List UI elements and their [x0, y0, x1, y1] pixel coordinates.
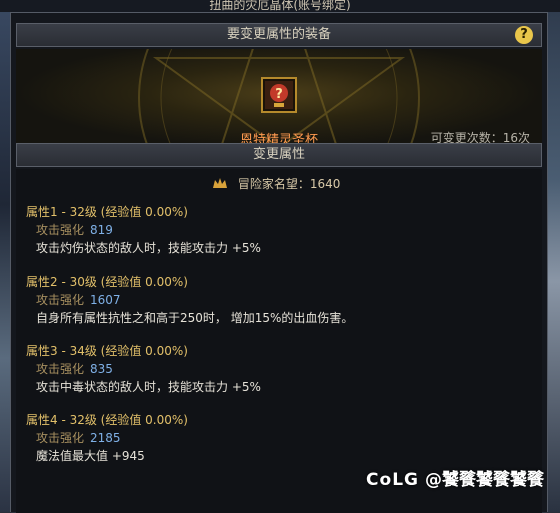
chalice-item-icon[interactable]: ? [261, 77, 297, 113]
attribute-list: 冒险家名望：1640 属性1 - 32级 (经验值 0.00%) 攻击强化 819… [16, 169, 542, 513]
change-attribute-header: 变更属性 [16, 143, 542, 167]
attribute-description: 自身所有属性抗性之和高于250时， 增加15%的出血伤害。 [36, 311, 354, 325]
attribute-block-4: 属性4 - 32级 (经验值 0.00%) 攻击强化 2185 魔法值最大值 +9… [26, 411, 188, 465]
equipment-header: 要变更属性的装备 ? [16, 23, 542, 47]
stat-label: 攻击强化 [36, 362, 85, 376]
stat-label: 攻击强化 [36, 223, 85, 237]
watermark-logo: CoLG [366, 470, 419, 490]
watermark-handle: @饕餮饕餮饕餮 [425, 470, 544, 490]
attribute-stat: 攻击强化 835 [26, 360, 261, 378]
attribute-title: 属性2 - 30级 (经验值 0.00%) [26, 275, 188, 289]
item-display-area: ? 恩特精灵圣杯 可变更次数：16次 [16, 49, 542, 147]
attribute-block-3: 属性3 - 34级 (经验值 0.00%) 攻击强化 835 攻击中毒状态的敌人时… [26, 342, 261, 396]
top-clipped-title: 扭曲的灾厄晶体(账号绑定) [0, 0, 560, 12]
stat-label: 攻击强化 [36, 293, 85, 307]
fame-label: 冒险家名望：1640 [237, 177, 341, 191]
background-right-edge [546, 0, 560, 512]
attribute-title: 属性3 - 34级 (经验值 0.00%) [26, 344, 188, 358]
attribute-stat: 攻击强化 2185 [26, 429, 188, 447]
stat-value: 1607 [90, 293, 121, 307]
stat-value: 835 [90, 362, 113, 376]
stat-value: 819 [90, 223, 113, 237]
attribute-stat: 攻击强化 819 [26, 221, 261, 239]
equipment-header-title: 要变更属性的装备 [226, 27, 331, 42]
watermark: CoLG @饕餮饕餮饕餮 [366, 465, 544, 490]
attribute-description: 攻击中毒状态的敌人时，技能攻击力 +5% [36, 380, 261, 394]
attribute-description: 魔法值最大值 +945 [36, 449, 145, 463]
attribute-change-panel: 要变更属性的装备 ? ? 恩特精灵圣杯 可变更次数：16次 变更属性 冒险家名望… [10, 12, 548, 513]
help-icon[interactable]: ? [515, 26, 533, 44]
attribute-title: 属性1 - 32级 (经验值 0.00%) [26, 205, 188, 219]
attribute-stat: 攻击强化 1607 [26, 291, 353, 309]
attribute-title: 属性4 - 32级 (经验值 0.00%) [26, 413, 188, 427]
stat-label: 攻击强化 [36, 431, 85, 445]
adventurer-fame: 冒险家名望：1640 [212, 175, 340, 192]
fame-crown-icon [213, 178, 227, 188]
svg-text:?: ? [275, 87, 283, 102]
stat-value: 2185 [90, 431, 121, 445]
attribute-description: 攻击灼伤状态的敌人时，技能攻击力 +5% [36, 241, 261, 255]
attribute-block-1: 属性1 - 32级 (经验值 0.00%) 攻击强化 819 攻击灼伤状态的敌人时… [26, 203, 261, 257]
attribute-block-2: 属性2 - 30级 (经验值 0.00%) 攻击强化 1607 自身所有属性抗性之… [26, 273, 353, 327]
